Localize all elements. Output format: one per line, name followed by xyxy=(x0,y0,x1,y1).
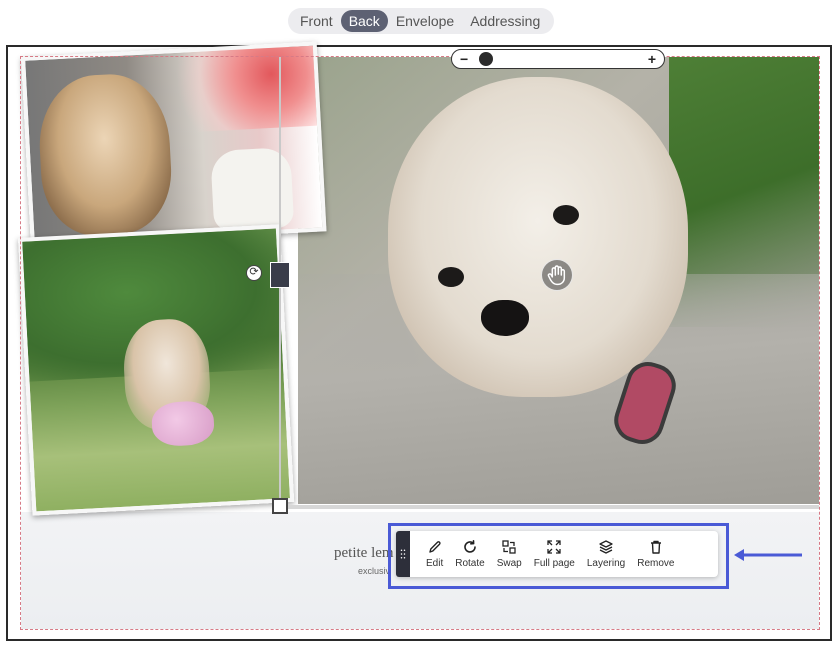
zoom-slider-thumb[interactable] xyxy=(479,52,493,66)
full-page-label: Full page xyxy=(533,558,575,569)
layering-label: Layering xyxy=(586,558,626,569)
photo-toolbar: Edit Rotate Swap Full page Layering Remo… xyxy=(396,531,718,577)
brand-name: petite lem xyxy=(334,545,394,561)
expand-icon xyxy=(547,540,561,554)
swap-button[interactable]: Swap xyxy=(491,531,528,577)
rotate-label: Rotate xyxy=(455,558,485,569)
edit-label: Edit xyxy=(426,558,444,569)
zoom-slider[interactable]: − + xyxy=(451,49,665,69)
swap-label: Swap xyxy=(496,558,522,569)
resize-handle-left[interactable] xyxy=(270,262,290,288)
zoom-in-button[interactable]: + xyxy=(648,52,656,66)
remove-button[interactable]: Remove xyxy=(631,531,680,577)
edit-button[interactable]: Edit xyxy=(420,531,449,577)
arrow-left-icon xyxy=(734,549,802,561)
drag-grip-icon[interactable] xyxy=(396,531,410,577)
tab-addressing[interactable]: Addressing xyxy=(462,10,548,32)
trash-icon xyxy=(650,540,661,554)
brand-tagline: exclusiv xyxy=(358,566,391,576)
layering-button[interactable]: Layering xyxy=(581,531,631,577)
editor-stage: Front Back Envelope Addressing ⟳ − + pet… xyxy=(0,0,838,648)
card-side-tabs: Front Back Envelope Addressing xyxy=(288,8,554,34)
rotate-handle-icon[interactable]: ⟳ xyxy=(246,265,262,281)
tab-envelope[interactable]: Envelope xyxy=(388,10,462,32)
tab-back[interactable]: Back xyxy=(340,10,388,32)
swap-icon xyxy=(502,540,516,554)
tab-front[interactable]: Front xyxy=(292,10,341,32)
remove-label: Remove xyxy=(637,558,675,569)
rotate-icon xyxy=(464,540,476,553)
resize-handle-corner[interactable] xyxy=(272,498,288,514)
full-page-button[interactable]: Full page xyxy=(528,531,581,577)
rotate-button[interactable]: Rotate xyxy=(449,531,490,577)
selection-edge-bottom xyxy=(281,505,819,509)
zoom-out-button[interactable]: − xyxy=(460,52,468,66)
layers-icon xyxy=(599,540,613,554)
drag-hand-icon[interactable] xyxy=(541,259,573,291)
pencil-icon xyxy=(428,541,441,553)
